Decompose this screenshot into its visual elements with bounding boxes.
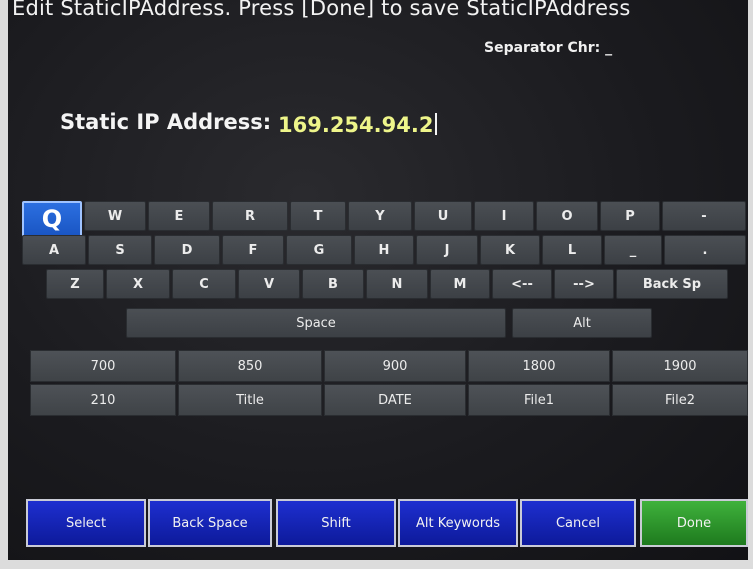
keyword-1800[interactable]: 1800 [468, 350, 610, 382]
keyword-file2[interactable]: File2 [612, 384, 748, 416]
key-v[interactable]: V [238, 269, 300, 299]
key-t[interactable]: T [290, 201, 346, 231]
static-ip-label: Static IP Address: [60, 110, 272, 134]
keyword-700[interactable]: 700 [30, 350, 176, 382]
key-r[interactable]: R [212, 201, 288, 231]
keyword-1900[interactable]: 1900 [612, 350, 748, 382]
select-button[interactable]: Select [26, 499, 146, 547]
instruction-text: Edit StaticIPAddress. Press [Done] to sa… [12, 0, 631, 20]
key-d[interactable]: D [154, 235, 220, 265]
device-screen: Edit StaticIPAddress. Press [Done] to sa… [8, 0, 748, 560]
key-back-sp[interactable]: Back Sp [616, 269, 728, 299]
static-ip-value: 169.254.94.2 [278, 113, 434, 137]
done-button[interactable]: Done [640, 499, 748, 547]
static-ip-input[interactable]: 169.254.94.2 [278, 113, 438, 137]
shift-button[interactable]: Shift [276, 499, 396, 547]
key-space[interactable]: Space [126, 308, 506, 338]
key-alt[interactable]: Alt [512, 308, 652, 338]
keyword-title[interactable]: Title [178, 384, 322, 416]
key-f[interactable]: F [222, 235, 284, 265]
key-p[interactable]: P [600, 201, 660, 231]
keyword-date[interactable]: DATE [324, 384, 466, 416]
key-q[interactable]: Q [22, 201, 82, 237]
keyword-900[interactable]: 900 [324, 350, 466, 382]
key-k[interactable]: K [480, 235, 540, 265]
key-s[interactable]: S [88, 235, 152, 265]
keyword-file1[interactable]: File1 [468, 384, 610, 416]
key-u[interactable]: U [414, 201, 472, 231]
key-a[interactable]: A [22, 235, 86, 265]
key-z[interactable]: Z [46, 269, 104, 299]
key-arrow-right[interactable]: --> [554, 269, 614, 299]
key-period[interactable]: . [664, 235, 746, 265]
key-y[interactable]: Y [348, 201, 412, 231]
cancel-button[interactable]: Cancel [520, 499, 636, 547]
key-h[interactable]: H [354, 235, 414, 265]
separator-char-label: Separator Chr: _ [484, 40, 613, 56]
key-l[interactable]: L [542, 235, 602, 265]
key-underscore[interactable]: _ [604, 235, 662, 265]
keyword-850[interactable]: 850 [178, 350, 322, 382]
keyword-210[interactable]: 210 [30, 384, 176, 416]
key-i[interactable]: I [474, 201, 534, 231]
key-e[interactable]: E [148, 201, 210, 231]
key-g[interactable]: G [286, 235, 352, 265]
key-c[interactable]: C [172, 269, 236, 299]
key-o[interactable]: O [536, 201, 598, 231]
key-m[interactable]: M [430, 269, 490, 299]
back-space-button[interactable]: Back Space [148, 499, 272, 547]
key-x[interactable]: X [106, 269, 170, 299]
text-cursor [435, 113, 438, 135]
key-n[interactable]: N [366, 269, 428, 299]
alt-keywords-button[interactable]: Alt Keywords [398, 499, 518, 547]
key-b[interactable]: B [302, 269, 364, 299]
key-w[interactable]: W [84, 201, 146, 231]
key-hyphen[interactable]: - [662, 201, 746, 231]
key-arrow-left[interactable]: <-- [492, 269, 552, 299]
key-j[interactable]: J [416, 235, 478, 265]
